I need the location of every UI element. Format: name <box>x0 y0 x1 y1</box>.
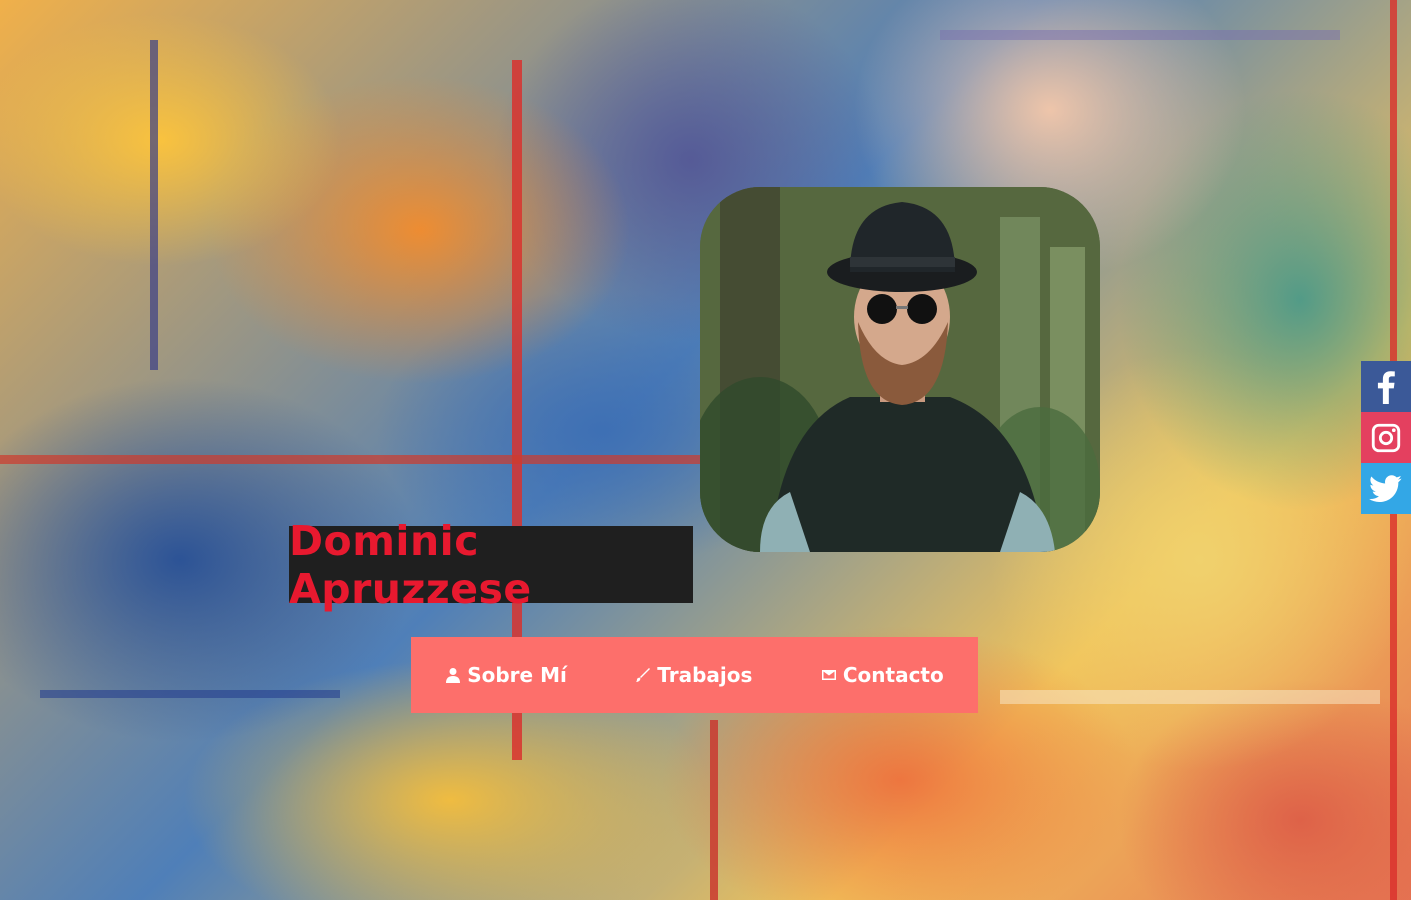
paint-stroke <box>1000 690 1380 704</box>
nav-item-label: Trabajos <box>657 663 753 687</box>
paint-stroke <box>0 455 700 464</box>
paint-stroke <box>40 690 340 698</box>
nav-item-label: Sobre Mí <box>467 663 567 687</box>
instagram-icon <box>1371 423 1401 452</box>
twitter-icon <box>1369 474 1402 502</box>
brush-icon <box>636 668 651 682</box>
paint-stroke <box>150 40 158 370</box>
social-links <box>1361 361 1411 514</box>
facebook-icon <box>1377 370 1395 404</box>
nav-item-trabajos[interactable]: Trabajos <box>635 663 752 687</box>
name-banner: Dominic Apruzzese <box>289 517 693 613</box>
twitter-button[interactable] <box>1361 463 1411 514</box>
profile-photo <box>700 187 1100 552</box>
instagram-button[interactable] <box>1361 412 1411 463</box>
main-nav: Sobre Mí Trabajos Contacto <box>411 637 978 713</box>
nav-item-contacto[interactable]: Contacto <box>821 663 944 687</box>
facebook-button[interactable] <box>1361 361 1411 412</box>
mail-icon <box>821 670 836 680</box>
nav-item-sobre-mi[interactable]: Sobre Mí <box>445 663 567 687</box>
paint-stroke <box>710 720 718 900</box>
paint-stroke <box>940 30 1340 40</box>
page-title: Dominic Apruzzese <box>289 516 532 613</box>
person-icon <box>446 668 461 683</box>
nav-item-label: Contacto <box>842 663 944 687</box>
profile-photo-illustration <box>700 187 1100 552</box>
